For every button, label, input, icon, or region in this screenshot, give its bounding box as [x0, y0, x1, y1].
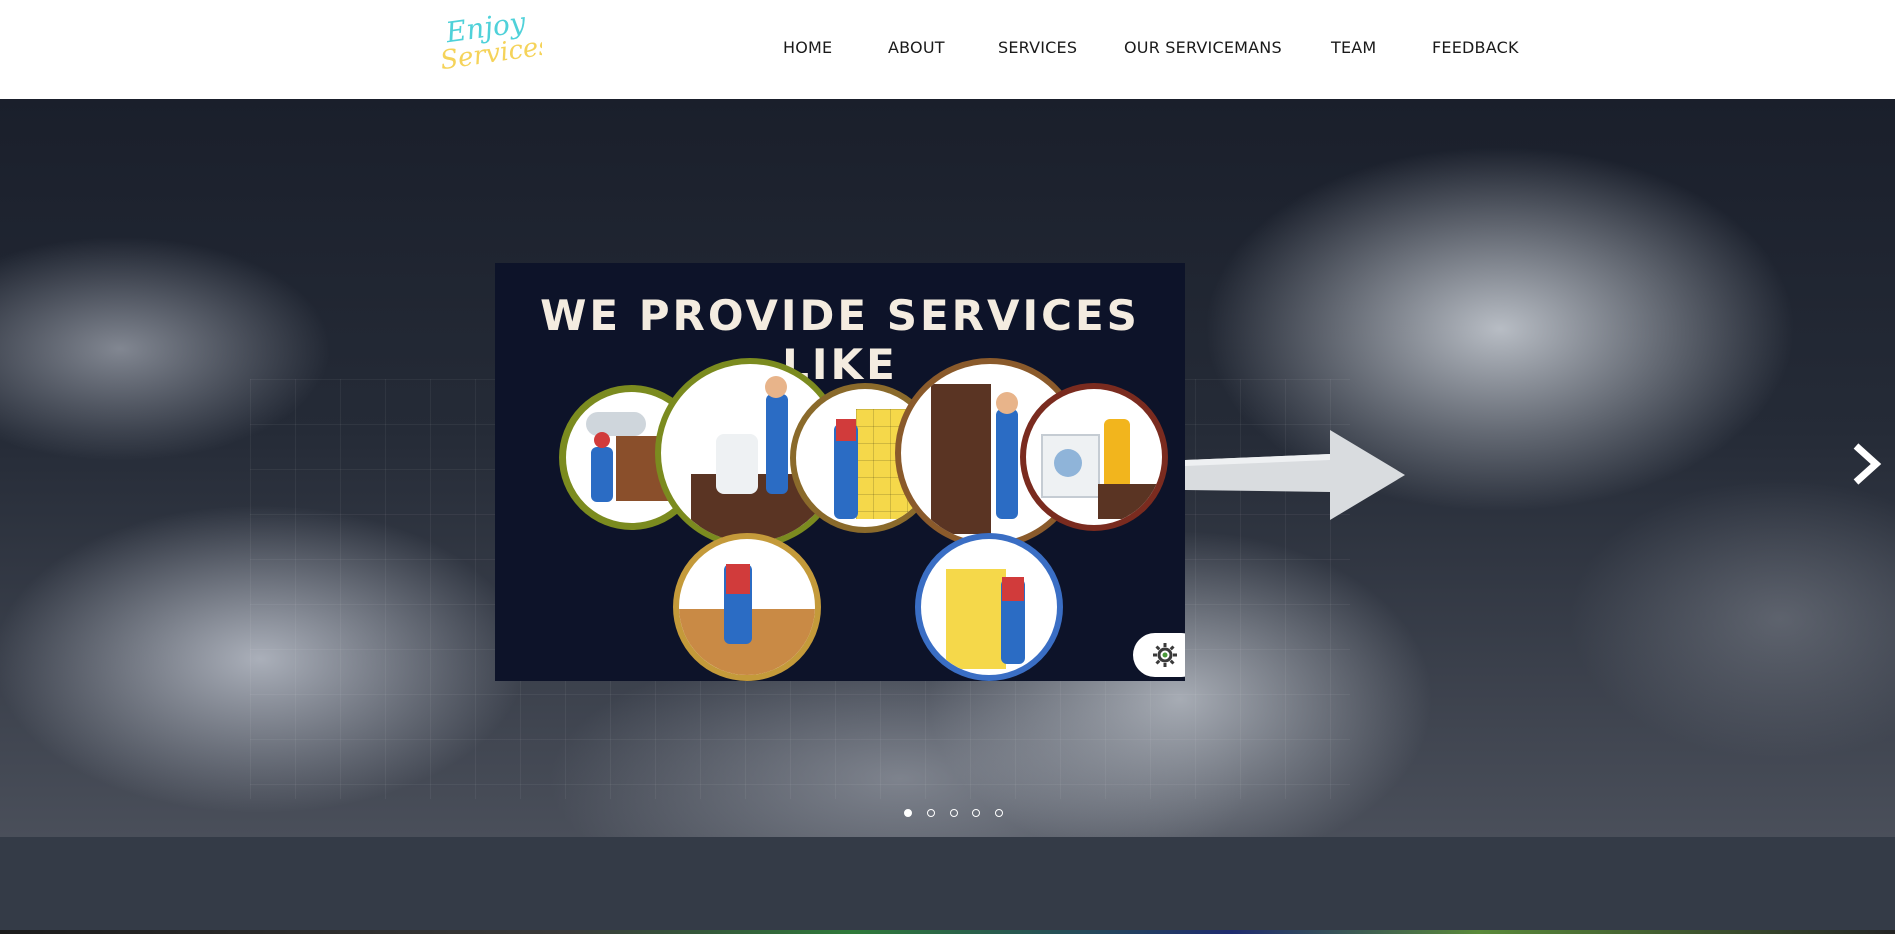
service-circle-laundry [1020, 383, 1168, 531]
nav-about[interactable]: ABOUT [888, 38, 945, 57]
nav-home[interactable]: HOME [783, 38, 832, 57]
next-section-edge [0, 930, 1895, 934]
settings-badge [1133, 633, 1185, 677]
slide-image-services: WE PROVIDE SERVICES LIKE [495, 263, 1185, 681]
slide-heading: WE PROVIDE SERVICES LIKE [540, 291, 1140, 389]
chevron-right-icon[interactable] [1848, 442, 1882, 486]
carousel-dot-4[interactable] [972, 809, 980, 817]
carousel-dot-1[interactable] [904, 809, 912, 817]
section-band [0, 837, 1895, 930]
carousel-dot-3[interactable] [950, 809, 958, 817]
service-circle-flooring [673, 533, 821, 681]
site-header: Enjoy Services HOME ABOUT SERVICES OUR S… [0, 0, 1895, 99]
carousel-dot-2[interactable] [927, 809, 935, 817]
nav-our-servicemans[interactable]: OUR SERVICEMANS [1124, 38, 1282, 57]
nav-team[interactable]: TEAM [1331, 38, 1376, 57]
gear-icon [1153, 643, 1177, 667]
decorative-arrow-icon [1185, 430, 1405, 520]
carousel-indicators [900, 809, 1020, 821]
nav-feedback[interactable]: FEEDBACK [1432, 38, 1519, 57]
service-circle-painting [915, 533, 1063, 681]
main-nav: HOME ABOUT SERVICES OUR SERVICEMANS TEAM… [0, 0, 1895, 99]
nav-services[interactable]: SERVICES [998, 38, 1077, 57]
carousel-dot-5[interactable] [995, 809, 1003, 817]
